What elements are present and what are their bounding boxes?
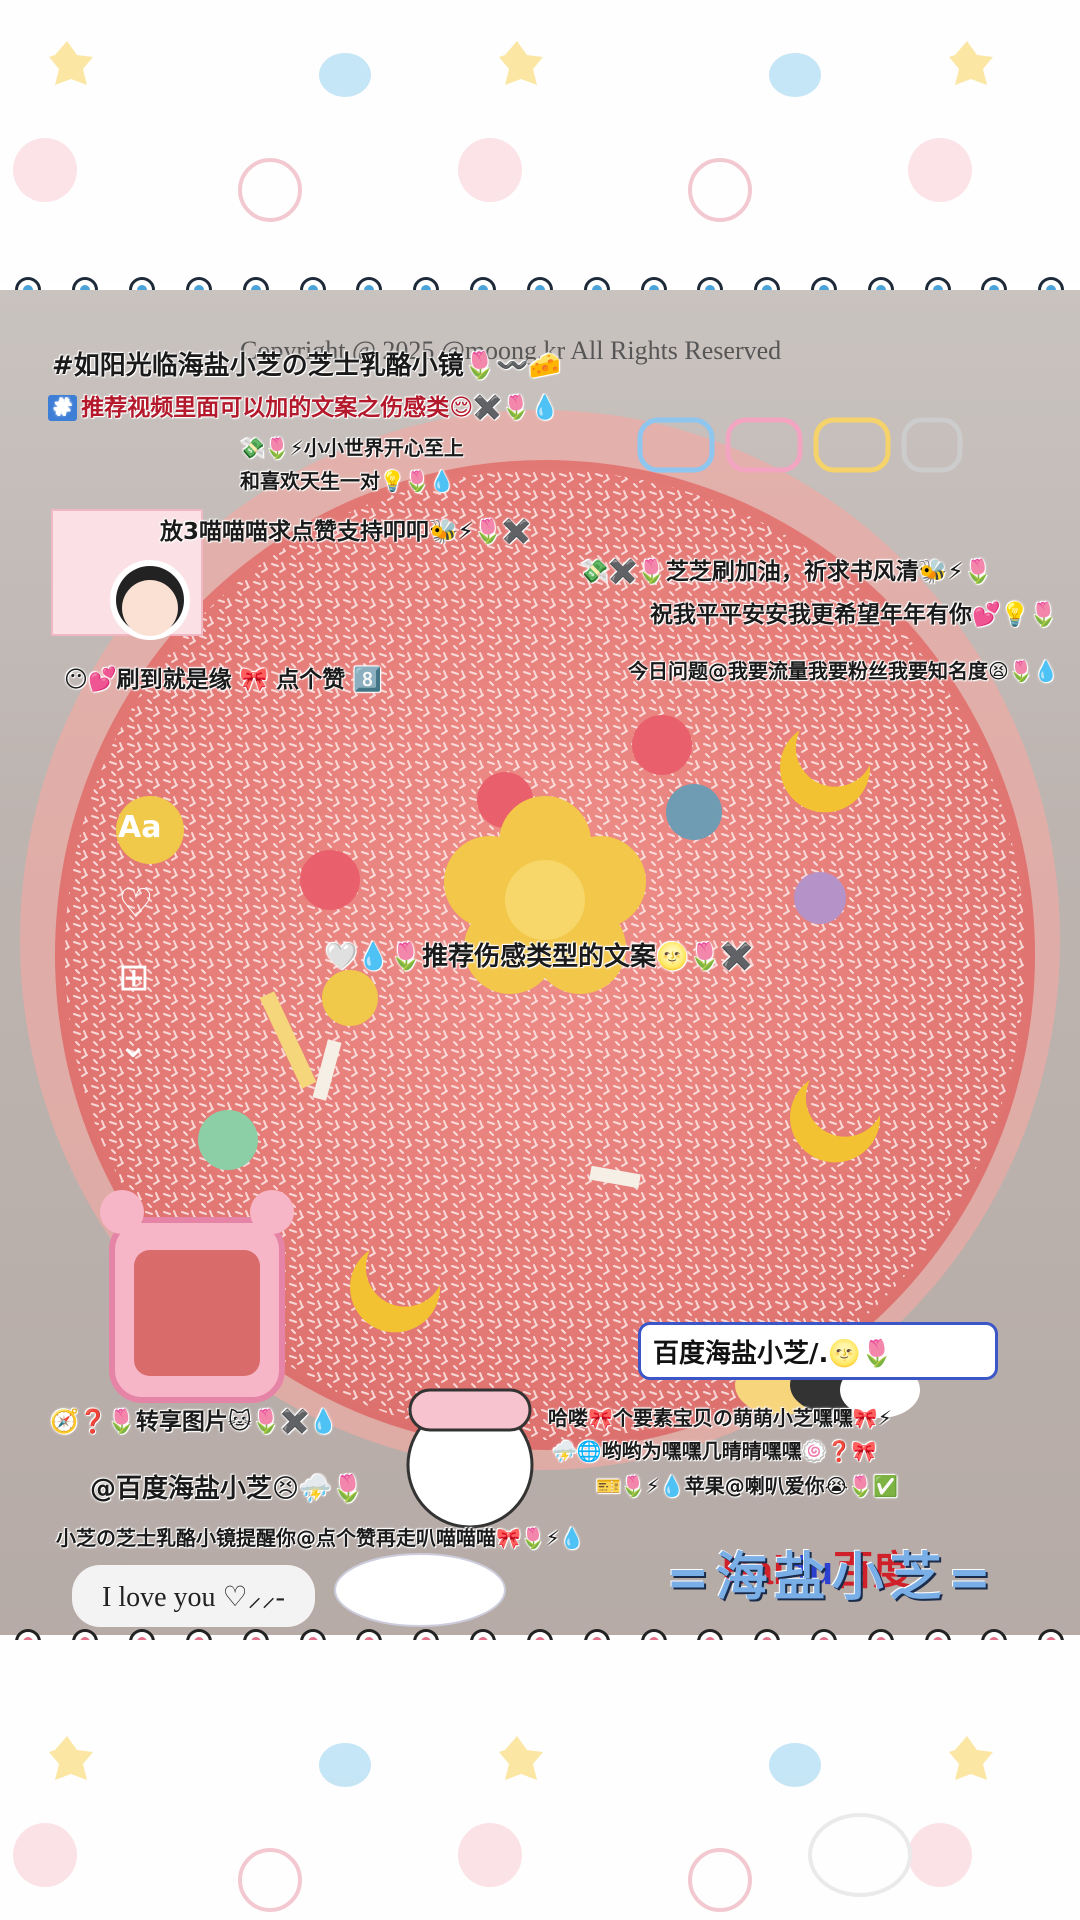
- overlay-right-a: 哈喽🎀个要素宝贝の萌萌小芝嘿嘿🎀⚡: [548, 1406, 892, 1430]
- pastel-pattern: [13, 41, 993, 222]
- love-pill: I love you ♡⸝⸝-: [72, 1565, 315, 1627]
- overlay-right-b: ⛈️🌐哟哟为嘿嘿几晴晴嘿嘿🍥❓🎀: [552, 1439, 877, 1463]
- hash-tag-icon: #: [48, 395, 78, 421]
- overlay-share: 🧭❓🌷转享图片🐱🌷✖️💧: [50, 1409, 338, 1435]
- overlay-right-c: 🎫🌷⚡💧苹果@喇叭爱你😭🌷✅: [596, 1474, 898, 1498]
- overlay-bottom: 小芝の芝士乳酪小镜提醒你@点个赞再走叭喵喵喵🎀🌷⚡💧: [56, 1526, 585, 1550]
- overlay-line-5: 放3喵喵喵求点赞支持叩叩🐝⚡🌷✖️: [160, 519, 532, 545]
- layout-icon[interactable]: ⊞: [118, 955, 161, 999]
- cake-photo: Copyright @ 2025 @moong.kr All Rights Re…: [0, 290, 1080, 1635]
- side-toolbar: Aa ♡ ⊞ ⌄: [118, 810, 161, 1066]
- heart-icon[interactable]: ♡: [118, 881, 161, 927]
- overlay-center: 🤍💧🌷推荐伤感类型的文案🌝🌷✖️: [325, 942, 754, 972]
- text-style-button[interactable]: Aa: [118, 810, 161, 845]
- pastel-pattern-bottom: [13, 1736, 993, 1912]
- bottom-pattern-band: [0, 1640, 1080, 1920]
- top-pattern-band: [0, 0, 1080, 282]
- haiyan-sticker-text: =海盐小芝=: [666, 1548, 998, 1608]
- overlay-line-8: 今日问题@我要流量我要粉丝我要知名度😫🌷💧: [628, 659, 1059, 683]
- baidu-search-box[interactable]: 百度海盐小芝/.🌝🌷: [638, 1322, 998, 1380]
- overlay-title: #如阳光临海盐小芝の芝士乳酪小镜🌷〰️🧀: [52, 351, 561, 381]
- chevron-down-icon[interactable]: ⌄: [118, 1025, 161, 1066]
- overlay-line-2: # 推荐视频里面可以加的文案之伤感类😌✖️🌷💧: [48, 388, 559, 422]
- overlay-at: @百度海盐小芝😣⛈️🌷: [90, 1474, 364, 1504]
- overlay-line-7: 祝我平平安安我更希望年年有你💕💡🌷: [650, 602, 1058, 628]
- overlay-line-6: 💸✖️🌷芝芝刷加油，祈求书风清🐝⚡🌷: [580, 559, 993, 585]
- baidu-search-text: 百度海盐小芝/.🌝🌷: [653, 1338, 894, 1369]
- overlay-line-9: 😶💕刷到就是缘 🎀 点个赞 8️⃣: [64, 667, 382, 693]
- overlay-line-2-text: 推荐视频里面可以加的文案之伤感类😌✖️🌷💧: [81, 395, 560, 421]
- overlay-line-4: 和喜欢天生一对💡🌷💧: [240, 469, 455, 493]
- overlay-line-3: 💸🌷⚡小小世界开心至上: [240, 436, 464, 460]
